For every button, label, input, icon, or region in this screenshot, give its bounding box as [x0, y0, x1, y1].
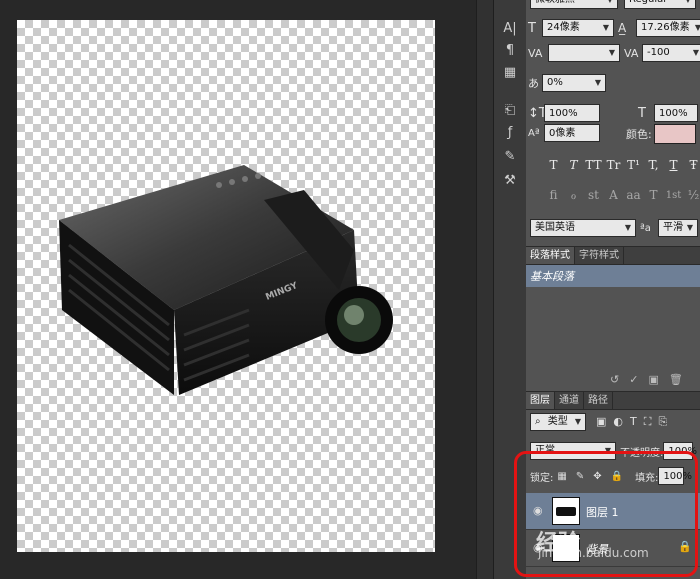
tracking-icon: VA	[624, 46, 639, 60]
basic-paragraph-style-row[interactable]: 基本段落	[526, 265, 700, 287]
tsume-row: あ 0% ▼	[528, 74, 606, 92]
new-style-icon[interactable]: ▣	[648, 373, 658, 386]
chevron-down-icon: ▼	[594, 78, 601, 87]
leading-icon: A̲	[618, 21, 627, 35]
color-row: 颜色:	[626, 124, 696, 144]
tab-paragraph-styles[interactable]: 段落样式	[526, 247, 575, 264]
redefine-style-icon[interactable]: ✓	[629, 373, 638, 386]
document-canvas[interactable]: MINGY	[17, 20, 435, 552]
kerning-field[interactable]: ▼	[548, 44, 620, 62]
chevron-down-icon: ▼	[608, 48, 615, 57]
chevron-down-icon: ▼	[607, 0, 613, 9]
canvas-area: MINGY	[0, 0, 493, 579]
tsume-field[interactable]: 0% ▼	[542, 74, 606, 92]
chevron-down-icon: ▼	[685, 0, 691, 9]
size-row: T 24像素 ▼ A̲ 17.26像素 ▼	[528, 19, 700, 37]
brush-icon[interactable]: ✎	[498, 146, 522, 166]
layer-filter-select[interactable]: ⌕ 类型 ▼	[530, 413, 586, 431]
styles-panel-tabs: 段落样式 字符样式	[526, 246, 700, 265]
leading-field[interactable]: 17.26像素 ▼	[636, 19, 700, 37]
vertical-scale-field[interactable]: 100%	[544, 104, 600, 122]
watermark-url: jingyan.baidu.com	[538, 546, 649, 560]
tool-presets-icon[interactable]: ⚒	[498, 170, 522, 190]
projector-image: MINGY	[59, 165, 393, 395]
fx-icon[interactable]: ƒ	[498, 122, 522, 142]
baseline-row: Aª 0像素	[528, 124, 600, 142]
history-icon[interactable]: ⎗	[498, 100, 522, 120]
vertical-scrollbar[interactable]	[476, 0, 493, 579]
superscript-button[interactable]: T¹	[624, 158, 643, 172]
color-label: 颜色:	[626, 128, 652, 141]
font-size-icon: T	[528, 20, 536, 36]
pixel-filter-icon[interactable]: ▣	[596, 415, 606, 429]
tab-layers[interactable]: 图层	[526, 392, 555, 409]
baseline-field[interactable]: 0像素	[544, 124, 600, 142]
ornaments-button[interactable]: T	[644, 188, 663, 202]
tab-character-styles[interactable]: 字符样式	[575, 247, 624, 264]
discretionary-ligature-button[interactable]: ℴ	[564, 188, 583, 202]
layers-panel-tabs: 图层 通道 路径	[526, 391, 700, 410]
chevron-down-icon: ▼	[694, 23, 700, 32]
fractions-button[interactable]: ½	[684, 188, 700, 202]
type-filter-icon[interactable]: T	[630, 415, 637, 429]
ligature-button[interactable]: fi	[544, 188, 563, 202]
font-row: 微软雅黑▼ Regular▼	[530, 0, 696, 9]
grid-icon[interactable]: ▦	[498, 62, 522, 82]
chevron-down-icon: ▼	[624, 223, 631, 232]
shape-filter-icon[interactable]: ⛶	[644, 415, 652, 429]
small-caps-button[interactable]: Tr	[604, 158, 623, 172]
tab-paths[interactable]: 路径	[584, 392, 613, 409]
vscale-row: ↕T 100%	[528, 104, 600, 122]
paragraph-panel-icon[interactable]: ¶	[498, 40, 522, 60]
layer-filter-row: ⌕ 类型 ▼ ▣ ◐ T ⛶ ⎘	[530, 413, 667, 431]
delete-style-icon[interactable]: 🗑	[669, 373, 683, 386]
horizontal-scale-field[interactable]: 100%	[654, 104, 698, 122]
clear-override-icon[interactable]: ↺	[610, 373, 619, 386]
antialias-label: ªa	[640, 222, 651, 234]
faux-italic-button[interactable]: T	[564, 158, 583, 172]
opentype-buttons-row: fi ℴ st A aa T 1st ½	[544, 188, 700, 202]
chevron-down-icon: ▼	[686, 223, 693, 232]
character-panel-icon[interactable]: A|	[498, 18, 522, 38]
color-swatch[interactable]	[653, 124, 696, 144]
baseline-icon: Aª	[528, 127, 540, 139]
swash-button[interactable]: st	[584, 188, 603, 202]
tab-channels[interactable]: 通道	[555, 392, 584, 409]
horizontal-scale-icon: T	[638, 105, 646, 121]
kerning-icon: VA	[528, 46, 543, 60]
language-row: 美国英语 ▼ ªa 平滑 ▼	[530, 219, 698, 237]
adjustment-filter-icon[interactable]: ◐	[613, 415, 623, 429]
strikethrough-button[interactable]: Ŧ	[684, 158, 700, 172]
smart-object-filter-icon[interactable]: ⎘	[658, 415, 667, 429]
ordinals-button[interactable]: 1st	[664, 190, 683, 201]
vertical-scale-icon: ↕T	[528, 105, 547, 121]
search-icon: ⌕	[535, 416, 541, 427]
basic-paragraph-label: 基本段落	[530, 270, 574, 283]
tracking-field[interactable]: -100 ▼	[642, 44, 700, 62]
titling-alternates-button[interactable]: aa	[624, 188, 643, 202]
faux-bold-button[interactable]: T	[544, 158, 563, 172]
style-buttons-row: T T TT Tr T¹ T, T Ŧ	[544, 158, 700, 172]
chevron-down-icon: ▼	[692, 48, 699, 57]
all-caps-button[interactable]: TT	[584, 158, 603, 172]
tsume-icon: あ	[528, 77, 539, 90]
language-select[interactable]: 美国英语 ▼	[530, 219, 636, 237]
underline-button[interactable]: T	[664, 158, 683, 172]
antialias-select[interactable]: 平滑 ▼	[658, 219, 698, 237]
chevron-down-icon: ▼	[602, 23, 609, 32]
font-size-field[interactable]: 24像素 ▼	[542, 19, 614, 37]
hscale-row: T 100%	[638, 104, 698, 122]
kerning-row: VA ▼ VA -100 ▼	[528, 44, 700, 62]
stylistic-alternates-button[interactable]: A	[604, 188, 623, 202]
styles-panel-footer: ↺ ✓ ▣ 🗑	[610, 373, 683, 386]
layer-filter-icons: ▣ ◐ T ⛶ ⎘	[596, 415, 667, 429]
chevron-down-icon: ▼	[574, 417, 581, 426]
subscript-button[interactable]: T,	[644, 158, 663, 172]
font-style-select[interactable]: Regular▼	[624, 0, 696, 9]
font-family-select[interactable]: 微软雅黑▼	[530, 0, 618, 9]
